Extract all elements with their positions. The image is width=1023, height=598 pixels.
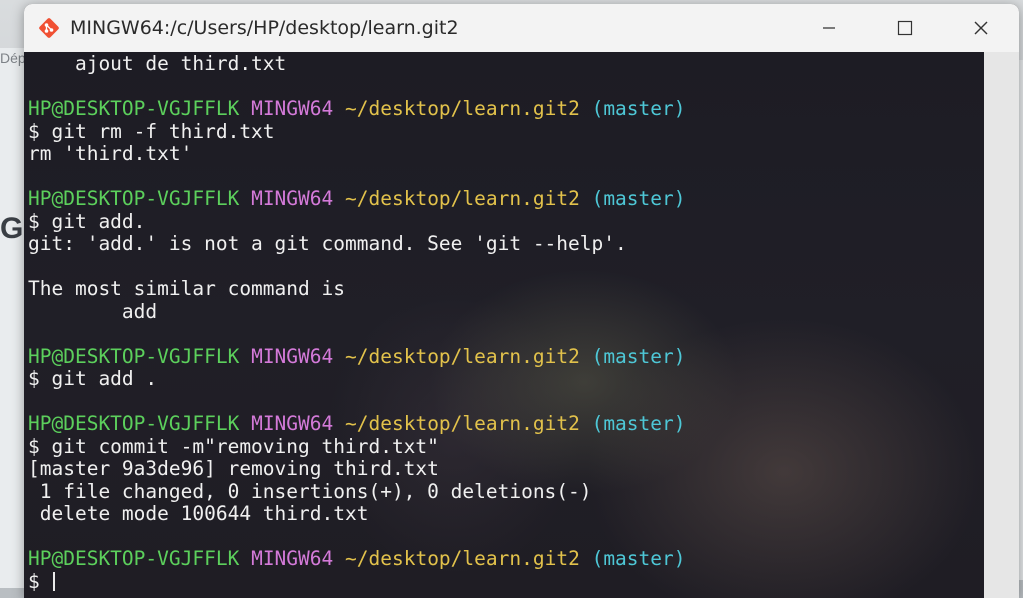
prompt-user: HP@DESKTOP-VGJFFLK bbox=[28, 188, 240, 210]
terminal-text-line: add bbox=[28, 300, 158, 323]
desktop-photo: Dép GC MINGW64:/c/Users/HP/desktop/learn… bbox=[0, 0, 1023, 598]
minimize-icon bbox=[823, 27, 835, 29]
prompt-path: ~/desktop/learn.git2 bbox=[345, 548, 580, 570]
prompt-branch: (master) bbox=[591, 345, 686, 368]
git-bash-window: MINGW64:/c/Users/HP/desktop/learn.git2 a… bbox=[24, 4, 1019, 598]
background-page-text: Dép bbox=[0, 50, 26, 66]
terminal-output[interactable]: ajout de third.txt HP@DESKTOP-VGJFFLK MIN… bbox=[24, 52, 984, 598]
terminal-text-line: $ git rm -f third.txt bbox=[28, 120, 275, 143]
prompt-branch: (master) bbox=[591, 413, 686, 435]
prompt-path: ~/desktop/learn.git2 bbox=[345, 413, 580, 435]
terminal-prompt-line: HP@DESKTOP-VGJFFLK MINGW64 ~/desktop/lea… bbox=[24, 548, 984, 571]
prompt-system: MINGW64 bbox=[251, 98, 334, 120]
prompt-user: HP@DESKTOP-VGJFFLK bbox=[28, 345, 240, 368]
terminal-prompt-line: HP@DESKTOP-VGJFFLK MINGW64 ~/desktop/lea… bbox=[24, 346, 984, 369]
prompt-system: MINGW64 bbox=[251, 413, 334, 435]
terminal-text-line: delete mode 100644 third.txt bbox=[28, 503, 369, 525]
prompt-path: ~/desktop/learn.git2 bbox=[345, 345, 580, 368]
prompt-system: MINGW64 bbox=[251, 548, 334, 570]
terminal-prompt-line: HP@DESKTOP-VGJFFLK MINGW64 ~/desktop/lea… bbox=[24, 413, 984, 436]
prompt-user: HP@DESKTOP-VGJFFLK bbox=[28, 98, 240, 120]
terminal-text-line: $ git add . bbox=[28, 368, 158, 390]
window-controls bbox=[791, 4, 1019, 52]
prompt-system: MINGW64 bbox=[251, 345, 334, 368]
terminal-text-line: [master 9a3de96] removing third.txt bbox=[28, 458, 439, 480]
terminal-text-line: ajout de third.txt bbox=[28, 53, 287, 75]
terminal-text-line: The most similar command is bbox=[28, 278, 345, 300]
maximize-button[interactable] bbox=[867, 4, 943, 52]
prompt-branch: (master) bbox=[591, 188, 686, 210]
prompt-user: HP@DESKTOP-VGJFFLK bbox=[28, 413, 240, 435]
terminal-prompt-line: HP@DESKTOP-VGJFFLK MINGW64 ~/desktop/lea… bbox=[24, 98, 984, 121]
text-cursor bbox=[53, 571, 56, 591]
maximize-icon bbox=[897, 20, 913, 36]
terminal-text-line: $ git add. bbox=[28, 210, 146, 233]
terminal-input-line[interactable]: $ bbox=[24, 571, 984, 594]
terminal-text-line: git: 'add.' is not a git command. See 'g… bbox=[28, 233, 627, 255]
terminal-input-prompt: $ bbox=[28, 570, 52, 593]
window-title: MINGW64:/c/Users/HP/desktop/learn.git2 bbox=[70, 17, 459, 39]
title-bar[interactable]: MINGW64:/c/Users/HP/desktop/learn.git2 bbox=[24, 4, 1019, 52]
close-button[interactable] bbox=[943, 4, 1019, 52]
terminal-prompt-line: HP@DESKTOP-VGJFFLK MINGW64 ~/desktop/lea… bbox=[24, 188, 984, 211]
prompt-path: ~/desktop/learn.git2 bbox=[345, 98, 580, 120]
prompt-branch: (master) bbox=[591, 548, 686, 570]
git-bash-logo-icon bbox=[39, 18, 59, 38]
terminal-text-line: rm 'third.txt' bbox=[28, 143, 193, 165]
prompt-branch: (master) bbox=[591, 98, 686, 120]
terminal-scrollbar[interactable] bbox=[984, 52, 1019, 598]
terminal-text-line: 1 file changed, 0 insertions(+), 0 delet… bbox=[28, 480, 592, 503]
prompt-path: ~/desktop/learn.git2 bbox=[345, 188, 580, 210]
prompt-system: MINGW64 bbox=[251, 188, 334, 210]
minimize-button[interactable] bbox=[791, 4, 867, 52]
terminal-text-line: $ git commit -m"removing third.txt" bbox=[28, 435, 439, 458]
close-icon bbox=[974, 21, 988, 35]
prompt-user: HP@DESKTOP-VGJFFLK bbox=[28, 548, 240, 570]
